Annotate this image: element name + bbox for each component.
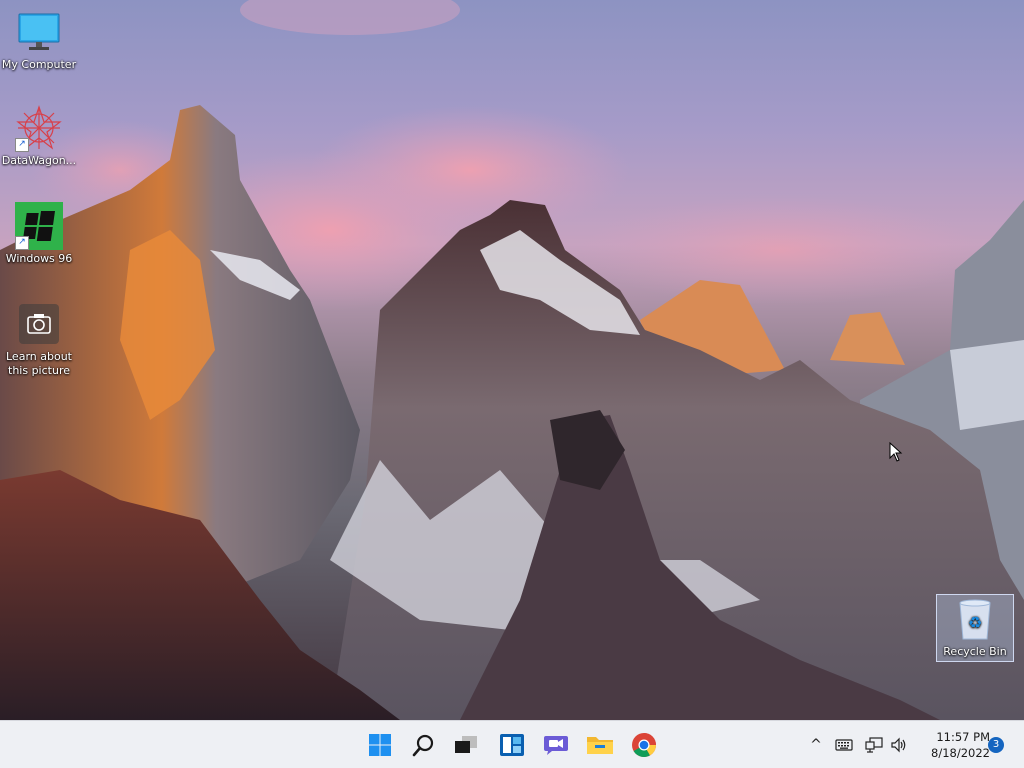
show-hidden-icons-button[interactable]: ^ [806, 735, 826, 755]
search-icon [412, 734, 434, 757]
desktop-icon-datawagon[interactable]: ↗ DataWagon... [0, 104, 78, 168]
shortcut-arrow-icon: ↗ [15, 236, 29, 250]
start-button[interactable] [362, 727, 398, 763]
monitor-icon [15, 8, 63, 56]
wallpaper-mountains [0, 0, 1024, 720]
desktop-icon-learn-about-picture[interactable]: Learn about this picture [0, 300, 78, 378]
windows-start-icon [369, 734, 391, 756]
speaker-icon [891, 737, 906, 753]
volume-button[interactable] [890, 735, 910, 755]
desktop-icon-windows-96[interactable]: ↗ Windows 96 [0, 202, 78, 266]
datawagon-icon: ↗ [15, 104, 63, 152]
keyboard-button[interactable] [834, 735, 854, 755]
desktop-icon-label: Recycle Bin [943, 645, 1007, 658]
mouse-cursor-icon [889, 442, 903, 462]
widgets-icon [500, 734, 524, 756]
notification-badge[interactable]: 3 [988, 737, 1004, 753]
desktop-icon-recycle-bin[interactable]: ♻ Recycle Bin [936, 594, 1014, 662]
recycle-bin-icon: ♻ [956, 599, 994, 644]
desktop-icon-label: My Computer [1, 58, 77, 71]
search-button[interactable] [406, 727, 442, 763]
shortcut-arrow-icon: ↗ [15, 138, 29, 152]
chrome-icon [632, 733, 656, 758]
network-icon [865, 737, 883, 753]
file-explorer-button[interactable] [582, 727, 618, 763]
desktop-icon-label: DataWagon... [1, 154, 77, 167]
clock-time: 11:57 PM [936, 730, 990, 744]
desktop[interactable]: My Computer ↗ DataWagon... ↗ Windows 96 … [0, 0, 1024, 720]
chrome-button[interactable] [626, 727, 662, 763]
task-view-icon [455, 736, 477, 753]
windows-96-icon: ↗ [15, 202, 63, 250]
clock-date: 8/18/2022 [931, 746, 990, 760]
desktop-icon-my-computer[interactable]: My Computer [0, 8, 78, 72]
task-view-button[interactable] [448, 727, 484, 763]
folder-icon [587, 737, 613, 754]
widgets-button[interactable] [494, 727, 530, 763]
network-button[interactable] [864, 735, 884, 755]
chat-button[interactable] [538, 727, 574, 763]
chat-icon [544, 736, 568, 755]
chevron-up-icon: ^ [810, 737, 822, 753]
svg-text:♻: ♻ [968, 613, 982, 632]
keyboard-icon [835, 739, 853, 751]
camera-icon [15, 300, 63, 348]
clock[interactable]: 11:57 PM 8/18/2022 [914, 729, 990, 761]
desktop-icon-label: Learn about this picture [6, 350, 72, 377]
desktop-icon-label: Windows 96 [5, 252, 73, 265]
taskbar: ^ 11:57 PM 8/18/2022 3 [0, 720, 1024, 768]
